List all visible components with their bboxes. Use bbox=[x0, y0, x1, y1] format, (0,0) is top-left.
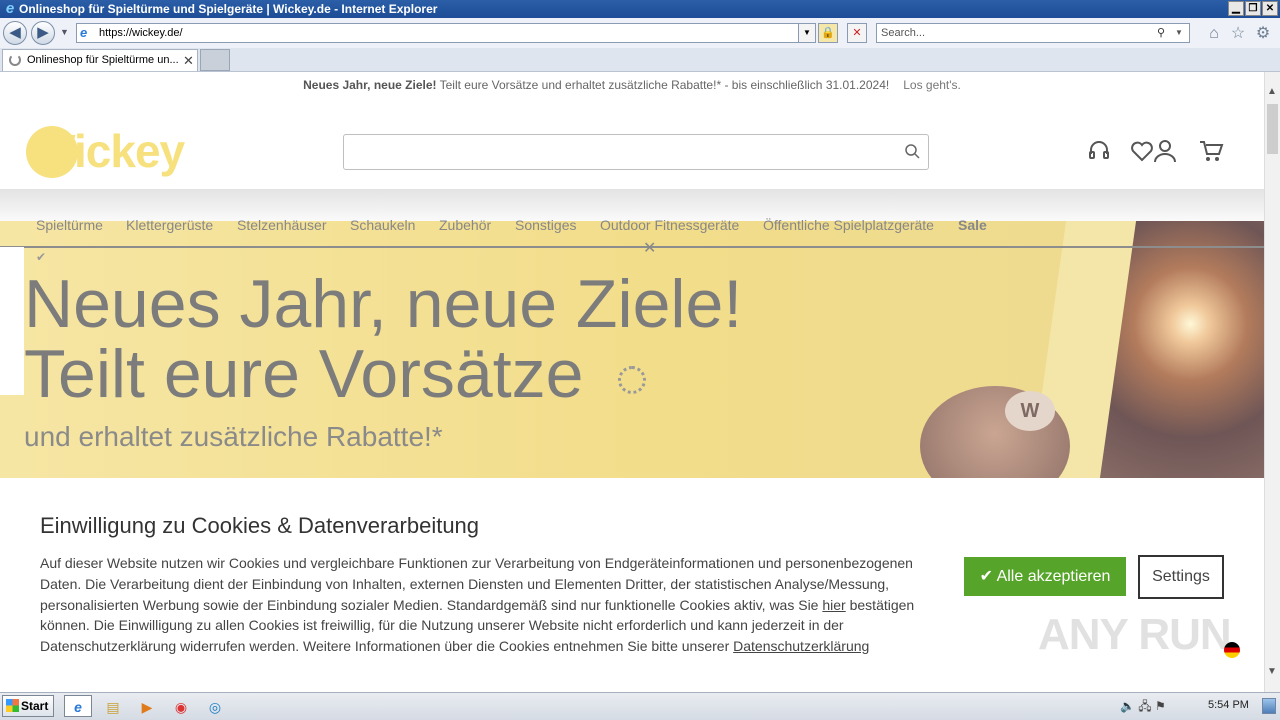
back-button[interactable]: ◀ bbox=[3, 21, 27, 45]
settings-gear-icon[interactable]: ⚙ bbox=[1254, 25, 1272, 43]
system-tray: 🔈 🖧 ⚑ bbox=[1120, 697, 1166, 718]
address-url: https://wickey.de/ bbox=[99, 27, 183, 39]
restore-button[interactable]: ❐ bbox=[1245, 1, 1261, 16]
search-icon[interactable]: ⚲ bbox=[1157, 24, 1165, 42]
browser-search-input[interactable]: Search... ⚲ ▼ bbox=[876, 23, 1190, 43]
checkmark-icon: ✔ bbox=[979, 568, 997, 585]
anyrun-watermark: ANY RUN bbox=[1038, 610, 1232, 659]
site-search-input[interactable] bbox=[343, 134, 929, 170]
nav-schaukeln[interactable]: Schaukeln bbox=[350, 217, 415, 233]
loading-spinner-icon bbox=[9, 54, 21, 66]
new-tab-button[interactable] bbox=[200, 49, 230, 71]
taskbar-clock[interactable]: 5:54 PM bbox=[1208, 699, 1249, 711]
hero-left-strip bbox=[0, 247, 24, 395]
promo-text: Teilt eure Vorsätze und erhaltet zusätzl… bbox=[436, 78, 890, 92]
stop-button[interactable]: ✕ bbox=[847, 23, 867, 43]
scroll-up-icon[interactable]: ▲ bbox=[1267, 86, 1277, 97]
search-dropdown-icon[interactable]: ▼ bbox=[1175, 24, 1183, 42]
search-placeholder: Search... bbox=[881, 27, 926, 39]
cookie-text: Auf dieser Website nutzen wir Cookies un… bbox=[40, 553, 920, 657]
page-ie-icon: e bbox=[80, 25, 88, 40]
cookie-title: Einwilligung zu Cookies & Datenverarbeit… bbox=[40, 513, 480, 538]
promo-headline: Neues Jahr, neue Ziele! bbox=[303, 78, 437, 92]
lock-icon[interactable]: 🔒 bbox=[818, 23, 838, 43]
nav-zubehoer[interactable]: Zubehör bbox=[439, 217, 491, 233]
cart-icon[interactable] bbox=[1198, 138, 1224, 164]
promo-link[interactable]: Los geht's. bbox=[903, 78, 961, 92]
forward-button[interactable]: ▶ bbox=[31, 21, 55, 45]
history-dropdown-icon[interactable]: ▼ bbox=[60, 27, 69, 37]
browser-tab[interactable]: Onlineshop für Spieltürme un... ✕ bbox=[2, 49, 198, 71]
home-icon[interactable]: ⌂ bbox=[1205, 25, 1223, 43]
german-flag-icon[interactable] bbox=[1224, 642, 1240, 658]
taskbar-ie-icon[interactable]: e bbox=[64, 695, 92, 717]
volume-icon[interactable]: 🔈 bbox=[1120, 699, 1135, 713]
loading-spinner bbox=[618, 366, 646, 394]
address-bar[interactable]: e https://wickey.de/ bbox=[76, 23, 816, 43]
check-icon: ✔ bbox=[36, 250, 47, 264]
nav-close-icon[interactable]: ✕ bbox=[643, 238, 656, 258]
scroll-thumb[interactable] bbox=[1267, 104, 1278, 154]
taskbar-media-player-icon[interactable]: ▶ bbox=[133, 695, 161, 717]
nav-oeffentliche-spielplatzgeraete[interactable]: Öffentliche Spielplatzgeräte bbox=[763, 217, 934, 233]
nav-stelzenhaeuser[interactable]: Stelzenhäuser bbox=[237, 217, 327, 233]
hero-line-1: Neues Jahr, neue Ziele! bbox=[24, 266, 743, 342]
minimize-button[interactable]: ▁ bbox=[1228, 1, 1244, 16]
site-search-icon[interactable] bbox=[904, 143, 920, 159]
close-tab-icon[interactable]: ✕ bbox=[183, 50, 194, 71]
accept-all-button[interactable]: ✔ Alle akzeptieren bbox=[964, 557, 1126, 596]
promo-bar: Neues Jahr, neue Ziele! Teilt eure Vorsä… bbox=[0, 78, 1264, 92]
account-user-icon[interactable] bbox=[1152, 138, 1178, 164]
network-icon[interactable]: 🖧 bbox=[1138, 699, 1151, 713]
ie-logo-icon: e bbox=[5, 0, 15, 17]
page-scrollbar[interactable]: ▲ ▼ bbox=[1264, 72, 1280, 692]
mascot-hat-badge: W bbox=[1005, 391, 1055, 431]
cookie-settings-button[interactable]: Settings bbox=[1138, 555, 1224, 599]
nav-spieltuerme[interactable]: Spieltürme bbox=[36, 217, 103, 233]
logo-text: Wickey bbox=[32, 125, 185, 177]
site-logo[interactable]: Wickey bbox=[32, 124, 185, 178]
show-desktop-button[interactable] bbox=[1262, 698, 1276, 714]
cookie-text-part-1: Auf dieser Website nutzen wir Cookies un… bbox=[40, 555, 913, 613]
scroll-down-icon[interactable]: ▼ bbox=[1267, 666, 1277, 677]
web-page: Neues Jahr, neue Ziele! Teilt eure Vorsä… bbox=[0, 72, 1264, 692]
headset-support-icon[interactable] bbox=[1086, 138, 1112, 164]
favorites-star-icon[interactable]: ☆ bbox=[1229, 25, 1247, 43]
hero-subline: und erhaltet zusätzliche Rabatte!* bbox=[24, 421, 443, 452]
close-window-button[interactable]: ✕ bbox=[1262, 1, 1278, 16]
tab-title: Onlineshop für Spieltürme un... bbox=[27, 54, 179, 66]
nav-sale[interactable]: Sale bbox=[958, 217, 987, 233]
accept-all-label: Alle akzeptieren bbox=[996, 568, 1111, 585]
cookie-here-link[interactable]: hier bbox=[822, 597, 845, 613]
window-title-bar: e Onlineshop für Spieltürme und Spielger… bbox=[0, 0, 1280, 18]
action-center-flag-icon[interactable]: ⚑ bbox=[1155, 699, 1166, 713]
address-dropdown-button[interactable]: ▼ bbox=[798, 23, 816, 43]
taskbar-chrome-icon[interactable]: ◉ bbox=[167, 695, 195, 717]
nav-sonstiges[interactable]: Sonstiges bbox=[515, 217, 576, 233]
taskbar-explorer-icon[interactable]: ▤ bbox=[99, 695, 127, 717]
start-label: Start bbox=[21, 699, 49, 713]
nav-klettergerueste[interactable]: Klettergerüste bbox=[126, 217, 213, 233]
taskbar-edge-icon[interactable]: ◎ bbox=[201, 695, 229, 717]
windows-logo-icon bbox=[6, 699, 19, 712]
start-button[interactable]: Start bbox=[2, 695, 54, 717]
window-title: Onlineshop für Spieltürme und Spielgerät… bbox=[19, 2, 438, 16]
privacy-policy-link[interactable]: Datenschutzerklärung bbox=[733, 638, 869, 654]
nav-divider bbox=[0, 246, 1264, 248]
nav-outdoor-fitness[interactable]: Outdoor Fitnessgeräte bbox=[600, 217, 739, 233]
